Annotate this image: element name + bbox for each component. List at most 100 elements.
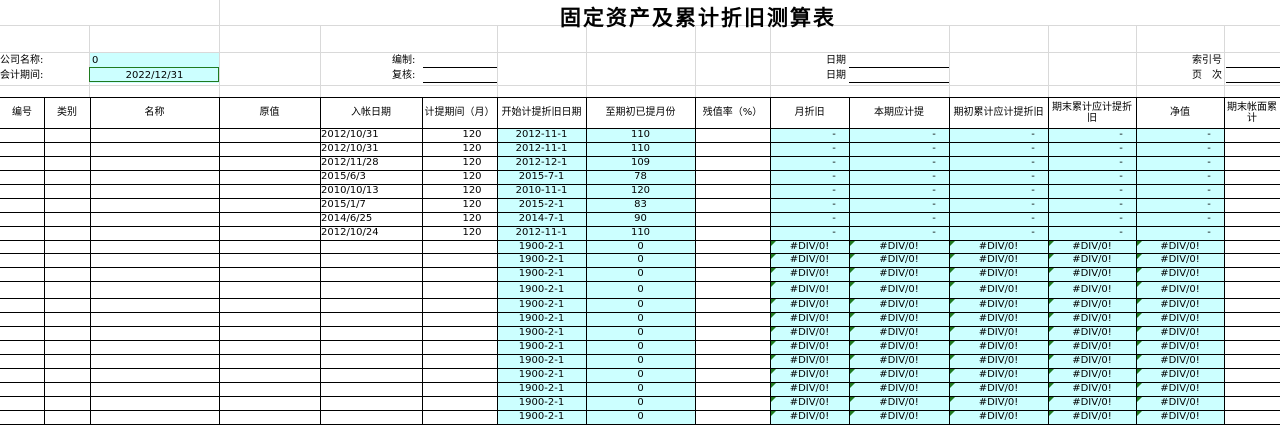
value-cell[interactable]: - xyxy=(1114,213,1128,225)
value-cell[interactable]: #DIV/0! xyxy=(1048,241,1136,253)
value-cell[interactable]: #DIV/0! xyxy=(1136,254,1224,266)
start-date-cell[interactable]: 2012-11-1 xyxy=(497,227,586,239)
months-cell[interactable]: 0 xyxy=(586,327,695,339)
value-cell[interactable]: #DIV/0! xyxy=(849,341,949,353)
months-cell[interactable]: 0 xyxy=(586,299,695,311)
value-cell[interactable]: #DIV/0! xyxy=(1048,254,1136,266)
value-cell[interactable]: #DIV/0! xyxy=(849,313,949,325)
value-cell[interactable]: #DIV/0! xyxy=(949,254,1048,266)
value-cell[interactable]: #DIV/0! xyxy=(949,341,1048,353)
value-cell[interactable]: #DIV/0! xyxy=(1136,327,1224,339)
entry-date-cell[interactable]: 2015/6/3 xyxy=(321,171,421,183)
months-cell[interactable]: 0 xyxy=(586,383,695,395)
entry-date-cell[interactable]: 2012/10/31 xyxy=(321,143,421,155)
value-cell[interactable]: #DIV/0! xyxy=(770,327,849,339)
value-cell[interactable]: #DIV/0! xyxy=(949,397,1048,409)
period-cell[interactable]: 120 xyxy=(452,143,492,155)
value-cell[interactable]: #DIV/0! xyxy=(770,299,849,311)
start-date-cell[interactable]: 2015-2-1 xyxy=(497,199,586,211)
value-cell[interactable]: #DIV/0! xyxy=(1136,397,1224,409)
value-cell[interactable]: #DIV/0! xyxy=(949,241,1048,253)
value-cell[interactable]: - xyxy=(1202,129,1216,141)
value-cell[interactable]: #DIV/0! xyxy=(1048,268,1136,280)
start-date-cell[interactable]: 1900-2-1 xyxy=(497,268,586,280)
value-cell[interactable]: - xyxy=(1114,143,1128,155)
value-cell[interactable]: #DIV/0! xyxy=(1136,411,1224,423)
start-date-cell[interactable]: 1900-2-1 xyxy=(497,383,586,395)
entry-date-cell[interactable]: 2012/11/28 xyxy=(321,157,421,169)
months-cell[interactable]: 0 xyxy=(586,241,695,253)
value-cell[interactable]: #DIV/0! xyxy=(849,369,949,381)
value-cell[interactable]: #DIV/0! xyxy=(949,284,1048,296)
months-cell[interactable]: 0 xyxy=(586,397,695,409)
start-date-cell[interactable]: 1900-2-1 xyxy=(497,355,586,367)
months-cell[interactable]: 110 xyxy=(586,227,695,239)
months-cell[interactable]: 0 xyxy=(586,369,695,381)
value-cell[interactable]: - xyxy=(1114,199,1128,211)
value-cell[interactable]: #DIV/0! xyxy=(849,383,949,395)
value-cell[interactable]: #DIV/0! xyxy=(770,397,849,409)
value-cell[interactable]: #DIV/0! xyxy=(1136,355,1224,367)
months-cell[interactable]: 78 xyxy=(586,171,695,183)
months-cell[interactable]: 0 xyxy=(586,313,695,325)
start-date-cell[interactable]: 1900-2-1 xyxy=(497,397,586,409)
start-date-cell[interactable]: 1900-2-1 xyxy=(497,284,586,296)
value-cell[interactable]: #DIV/0! xyxy=(1136,241,1224,253)
start-date-cell[interactable]: 1900-2-1 xyxy=(497,411,586,423)
value-cell[interactable]: #DIV/0! xyxy=(770,411,849,423)
months-cell[interactable]: 0 xyxy=(586,268,695,280)
value-cell[interactable]: - xyxy=(1202,199,1216,211)
value-cell[interactable]: - xyxy=(827,185,841,197)
value-cell[interactable]: - xyxy=(1026,157,1040,169)
value-cell[interactable]: - xyxy=(1114,157,1128,169)
value-cell[interactable]: - xyxy=(1026,213,1040,225)
value-cell[interactable]: #DIV/0! xyxy=(1048,355,1136,367)
value-cell[interactable]: #DIV/0! xyxy=(1136,383,1224,395)
value-cell[interactable]: #DIV/0! xyxy=(1136,369,1224,381)
value-cell[interactable]: - xyxy=(827,143,841,155)
value-cell[interactable]: - xyxy=(827,171,841,183)
value-cell[interactable]: - xyxy=(827,199,841,211)
value-cell[interactable]: #DIV/0! xyxy=(770,341,849,353)
value-cell[interactable]: - xyxy=(1026,227,1040,239)
value-cell[interactable]: #DIV/0! xyxy=(1136,268,1224,280)
value-cell[interactable]: - xyxy=(927,157,941,169)
start-date-cell[interactable]: 1900-2-1 xyxy=(497,341,586,353)
value-cell[interactable]: - xyxy=(927,129,941,141)
value-cell[interactable]: #DIV/0! xyxy=(949,383,1048,395)
value-cell[interactable]: #DIV/0! xyxy=(770,241,849,253)
value-cell[interactable]: - xyxy=(827,129,841,141)
entry-date-cell[interactable]: 2014/6/25 xyxy=(321,213,421,225)
value-cell[interactable]: - xyxy=(1114,185,1128,197)
value-cell[interactable]: #DIV/0! xyxy=(770,355,849,367)
value-cell[interactable]: - xyxy=(827,157,841,169)
months-cell[interactable]: 110 xyxy=(586,129,695,141)
months-cell[interactable]: 110 xyxy=(586,143,695,155)
value-cell[interactable]: #DIV/0! xyxy=(849,355,949,367)
entry-date-cell[interactable]: 2015/1/7 xyxy=(321,199,421,211)
start-date-cell[interactable]: 1900-2-1 xyxy=(497,313,586,325)
value-cell[interactable]: - xyxy=(1202,171,1216,183)
value-cell[interactable]: - xyxy=(1114,171,1128,183)
entry-date-cell[interactable]: 2010/10/13 xyxy=(321,185,421,197)
months-cell[interactable]: 0 xyxy=(586,284,695,296)
period-cell[interactable]: 120 xyxy=(452,213,492,225)
months-cell[interactable]: 0 xyxy=(586,341,695,353)
value-cell[interactable]: #DIV/0! xyxy=(849,268,949,280)
value-cell[interactable]: - xyxy=(1026,129,1040,141)
value-cell[interactable]: #DIV/0! xyxy=(1048,397,1136,409)
period-cell[interactable]: 120 xyxy=(452,185,492,197)
value-cell[interactable]: #DIV/0! xyxy=(1048,299,1136,311)
start-date-cell[interactable]: 1900-2-1 xyxy=(497,369,586,381)
months-cell[interactable]: 0 xyxy=(586,254,695,266)
months-cell[interactable]: 109 xyxy=(586,157,695,169)
value-cell[interactable]: #DIV/0! xyxy=(1048,341,1136,353)
value-cell[interactable]: - xyxy=(927,213,941,225)
months-cell[interactable]: 0 xyxy=(586,411,695,423)
value-cell[interactable]: - xyxy=(1114,129,1128,141)
value-cell[interactable]: - xyxy=(1026,171,1040,183)
start-date-cell[interactable]: 2012-12-1 xyxy=(497,157,586,169)
value-cell[interactable]: - xyxy=(1026,143,1040,155)
value-cell[interactable]: #DIV/0! xyxy=(949,411,1048,423)
value-cell[interactable]: #DIV/0! xyxy=(849,327,949,339)
